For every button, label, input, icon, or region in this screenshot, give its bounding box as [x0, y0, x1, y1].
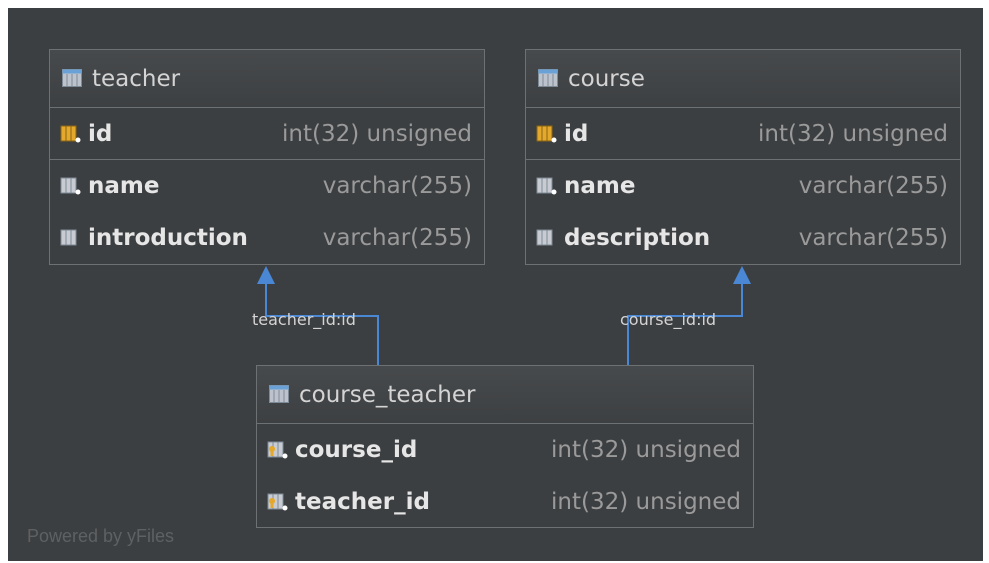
table-header[interactable]: teacher — [50, 50, 484, 108]
column-type: varchar(255) — [322, 173, 472, 199]
column-row-name[interactable]: name varchar(255) — [526, 160, 960, 212]
primary-key-icon — [60, 124, 82, 144]
foreign-key-icon — [267, 492, 289, 512]
table-title: course_teacher — [299, 381, 476, 408]
column-row-teacher-id[interactable]: teacher_id int(32) unsigned — [257, 476, 753, 528]
column-row-id[interactable]: id int(32) unsigned — [526, 108, 960, 160]
primary-key-icon — [536, 124, 558, 144]
table-teacher[interactable]: teacher id int(32) unsigned name varchar… — [49, 49, 485, 265]
column-type: varchar(255) — [798, 225, 948, 251]
column-row-description[interactable]: description varchar(255) — [526, 212, 960, 264]
table-course-teacher[interactable]: course_teacher course_id int(32) unsigne… — [256, 365, 754, 528]
arrowhead-icon — [733, 266, 751, 284]
table-icon — [269, 384, 291, 405]
column-icon — [60, 228, 82, 248]
table-title: teacher — [92, 65, 181, 92]
column-type: int(32) unsigned — [551, 437, 741, 463]
column-type: int(32) unsigned — [758, 120, 948, 147]
column-name: course_id — [295, 437, 418, 463]
column-type: varchar(255) — [322, 225, 472, 251]
column-row-id[interactable]: id int(32) unsigned — [50, 108, 484, 160]
edge-label-teacher-id: teacher_id:id — [252, 310, 356, 329]
column-icon — [536, 228, 558, 248]
table-header[interactable]: course_teacher — [257, 366, 753, 424]
column-name: id — [564, 120, 589, 147]
column-name: id — [88, 120, 113, 147]
watermark: Powered by yFiles — [27, 526, 175, 546]
table-title: course — [568, 65, 645, 92]
column-row-name[interactable]: name varchar(255) — [50, 160, 484, 212]
foreign-key-icon — [267, 440, 289, 460]
column-name: teacher_id — [295, 489, 430, 515]
column-name: name — [88, 173, 160, 199]
column-name: description — [564, 225, 711, 251]
column-type: int(32) unsigned — [282, 120, 472, 147]
column-name: name — [564, 173, 636, 199]
edge-label-course-id: course_id:id — [620, 310, 717, 329]
column-name: introduction — [88, 225, 248, 251]
table-icon — [538, 68, 560, 89]
diagram-canvas: teacher_id:id course_id:id teacher id in… — [8, 8, 983, 561]
column-icon — [60, 176, 82, 196]
arrowhead-icon — [257, 266, 275, 284]
column-row-introduction[interactable]: introduction varchar(255) — [50, 212, 484, 264]
column-type: varchar(255) — [798, 173, 948, 199]
table-course[interactable]: course id int(32) unsigned name varchar(… — [525, 49, 961, 265]
column-icon — [536, 176, 558, 196]
column-row-course-id[interactable]: course_id int(32) unsigned — [257, 424, 753, 476]
table-icon — [62, 68, 84, 89]
column-type: int(32) unsigned — [551, 489, 741, 515]
table-header[interactable]: course — [526, 50, 960, 108]
